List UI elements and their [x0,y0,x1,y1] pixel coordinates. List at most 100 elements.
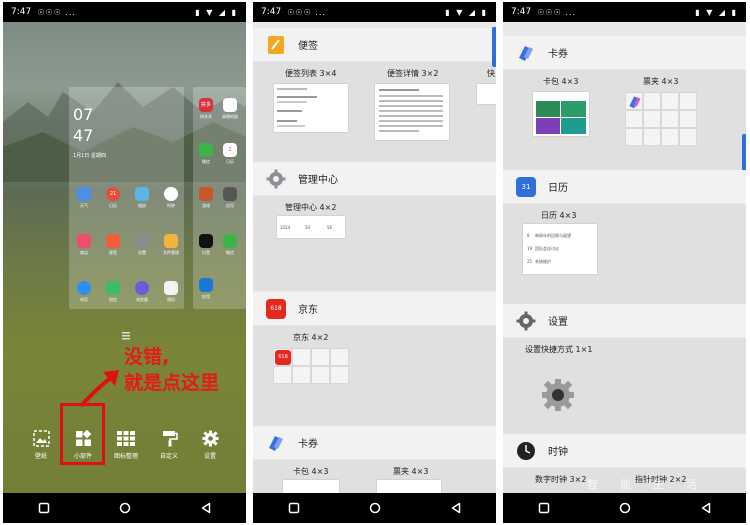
wallpaper-icon [32,430,50,447]
status-bar: 7:47 ☉☉☉ ... ▮ ▼ ◢ ▮ [3,2,246,22]
section-title: 管理中心 [298,175,338,186]
edit-mode-toolbar: 壁纸 小部件 图标整理 自定义 设置 [3,430,246,470]
triangle-back-icon [701,502,710,514]
square-icon [38,502,49,514]
preview-app-icon [135,234,149,248]
annotation-line-2: 就是点这里 [124,372,220,394]
section-header-management[interactable]: 管理中心 [253,162,496,195]
status-system-icons: ▮ ▼ ◢ ▮ [195,7,238,17]
coupons-widgets-row: 卡包 4×3 票夹 4×3 [503,70,746,170]
preview-app-icon [164,234,178,248]
preview-app-icon: 1 [223,143,237,157]
preview-app-icon [77,281,91,295]
notes-app-icon [268,35,284,54]
preview-app-icon: 拼多 [199,98,213,112]
home-button[interactable] [112,497,138,519]
section-header-coupons[interactable]: 卡券 [253,426,496,459]
event-day: 8 [527,233,530,238]
notes-widgets-row: 便签列表 3×4 便签详情 3×2 快 [253,62,496,162]
management-widget-preview[interactable]: 1024 50 56 [277,216,345,238]
section-header-notes[interactable]: 便签 [253,28,496,61]
preview-app-label: 便签 [109,250,117,255]
square-icon [538,502,549,514]
settings-shortcut-gear-icon[interactable] [541,378,575,412]
wallpaper-button[interactable]: 壁纸 [21,430,61,460]
preview-app-label: 天气 [80,203,88,208]
scroll-handle[interactable] [492,27,496,67]
preview-app-label: 电话 [80,297,88,302]
status-bar: 7:47 ☉☉☉ ... ▮ ▼ ◢ ▮ [503,2,746,22]
preview-app-icon [164,187,178,201]
section-header-calendar[interactable]: 31 日历 [503,170,746,203]
circle-icon [119,502,130,514]
widget-label: 快 [487,69,495,78]
preview-app-icon [223,98,237,112]
watermark: 智能生活 [587,478,719,491]
widget-label: 管理中心 4×2 [285,203,337,212]
notes-quick-widget-preview[interactable] [477,84,496,104]
stat-value: 1024 [280,225,291,230]
stat-value: 56 [327,225,333,230]
preview-app-label: 抖音 [202,250,210,255]
annotation-line-1: 没错, [124,346,170,368]
status-time: 7:47 [11,7,32,17]
event-day: 25 [527,259,533,264]
navigation-bar [503,493,746,523]
section-header-coupons[interactable]: 卡券 [503,36,746,69]
preview-app-label: 游戏 [202,203,210,208]
icon-organize-button[interactable]: 图标整理 [106,430,146,460]
preview-app-label: 相册 [138,203,146,208]
wallet-widget-preview[interactable] [533,92,589,136]
recents-button[interactable] [531,497,557,519]
wallet-widget-preview[interactable] [283,480,339,494]
section-title: 时钟 [548,447,568,458]
calendar-app-icon: 31 [516,176,536,197]
preview-app-label: 时钟 [167,203,175,208]
widget-label: 日历 4×3 [541,211,577,220]
section-header-clock[interactable]: 时钟 [503,434,746,467]
preview-app-icon [199,234,213,248]
recents-button[interactable] [281,497,307,519]
widget-label: 票夹 4×3 [393,467,429,476]
calendar-widget-preview[interactable]: 8 每周年的回顾与展望 19 团队会议讨论 25 系统维护 [523,224,597,274]
scroll-handle[interactable] [742,134,746,174]
back-button[interactable] [193,497,219,519]
clock-widget: 07 47 [73,106,93,148]
back-button[interactable] [693,497,719,519]
tickets-widget-preview[interactable] [625,92,697,146]
status-notification-icons: ☉☉☉ ... [537,7,576,17]
home-button[interactable] [362,497,388,519]
widget-label: 便签详情 3×2 [387,69,439,78]
notes-detail-widget-preview[interactable] [375,84,449,140]
preview-app-icon [135,281,149,295]
customize-button[interactable]: 自定义 [149,430,189,460]
preview-app-icon [164,281,178,295]
icon-organize-button-label: 图标整理 [113,453,138,460]
square-icon [288,502,299,514]
section-title: 京东 [298,305,318,316]
status-time: 7:47 [261,7,282,17]
preview-app-icon [199,187,213,201]
recents-button[interactable] [31,497,57,519]
notes-list-widget-preview[interactable] [274,84,348,132]
preview-app-icon: 21 [106,187,120,201]
settings-button[interactable]: 设置 [190,430,230,460]
preview-app-label: 商店 [80,250,88,255]
jd-widgets-row: 京东 4×2 618 [253,326,496,426]
widget-label: 票夹 4×3 [643,77,679,86]
settings-widgets-row: 设置快捷方式 1×1 [503,338,746,434]
home-button[interactable] [612,497,638,519]
wallpaper-button-label: 壁纸 [34,453,47,460]
event-text: 系统维护 [535,259,551,264]
clock-hour: 07 [73,105,94,124]
tickets-widget-preview[interactable] [377,480,441,494]
preview-app-label: 日历 [109,203,117,208]
back-button[interactable] [443,497,469,519]
paint-roller-icon [162,431,178,447]
jd-widget-preview[interactable]: 618 [273,348,349,384]
section-header-settings[interactable]: 设置 [503,304,746,337]
section-header-jd[interactable]: 618 京东 [253,292,496,325]
preview-app-label: 文件管理 [163,250,179,255]
preview-app-icon [199,143,213,157]
widget-list: 便签 便签列表 3×4 便签详情 3×2 快 管理中心 管理中心 4×2 102… [253,22,496,500]
